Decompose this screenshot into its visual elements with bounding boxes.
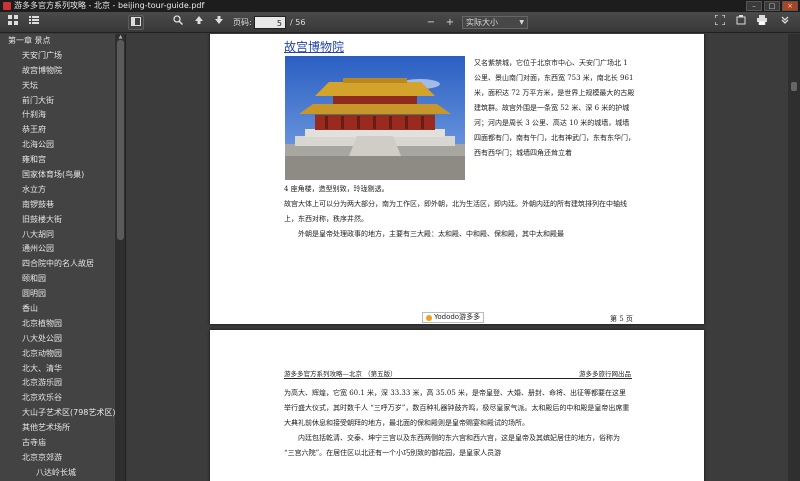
outline-item[interactable]: 古寺庙 [0, 436, 125, 451]
outline-item[interactable]: 圆明园 [0, 287, 125, 302]
more-icon[interactable] [778, 15, 792, 30]
zoom-out-button[interactable]: − [425, 15, 437, 30]
outline-item[interactable]: 天安门广场 [0, 49, 125, 64]
page-total: / 56 [290, 18, 306, 27]
outline-item[interactable]: 四合院中的名人故居 [0, 257, 125, 272]
outline-item[interactable]: 八达岭长城 [0, 466, 125, 481]
thumbnails-icon[interactable] [6, 15, 20, 30]
outline-item[interactable]: 北海公园 [0, 138, 125, 153]
outline-item[interactable]: 天坛 [0, 79, 125, 94]
section-title[interactable]: 故宫博物院 [284, 38, 344, 55]
outline-item[interactable]: 什刹海 [0, 108, 125, 123]
outline-item[interactable]: 其他艺术场所 [0, 421, 125, 436]
app-icon [3, 2, 11, 10]
page-number: 第 5 页 [610, 315, 633, 323]
outline-item[interactable]: 故宫博物院 [0, 64, 125, 79]
toolbar: 页码: 5 / 56 − + 实际大小 ▼ [0, 12, 800, 33]
outline-item[interactable]: 水立方 [0, 183, 125, 198]
intro-paragraph: 又名紫禁城，它位于北京市中心、天安门广场北 1 公里、景山南门对面，东西宽 75… [474, 59, 635, 157]
document-scrollbar[interactable] [788, 34, 800, 481]
header-rule [284, 378, 632, 379]
outline-item[interactable]: 北京京郊游 [0, 451, 125, 466]
outer-court-paragraph: 外朝是皇帝处理政事的地方，主要有三大殿：太和殿、中和殿、保和殿，其中太和殿最 [298, 230, 564, 238]
outline-item[interactable]: 前门大街 [0, 94, 125, 109]
outline-item[interactable]: 大山子艺术区(798艺术区) [0, 406, 125, 421]
outline-item[interactable]: 北京欢乐谷 [0, 391, 125, 406]
outline-item[interactable]: 南锣鼓巷 [0, 198, 125, 213]
outline-item[interactable]: 通州公园 [0, 242, 125, 257]
outline-item[interactable]: 恭王府 [0, 123, 125, 138]
search-icon[interactable] [171, 15, 185, 30]
outline-item[interactable]: 八大处公园 [0, 332, 125, 347]
title-bar: 游多多官方系列攻略 - 北京 - beijing-tour-guide.pdf … [0, 0, 800, 12]
intro-paragraph-end: 4 座角楼，造型别致，玲珑剔透。 [284, 185, 389, 193]
print-icon[interactable] [755, 15, 769, 30]
pdf-page: 游多多官方系列攻略—北京 （第五版） 游多多旅行网出品 为高大、辉煌，它宽 60… [210, 330, 704, 481]
page-body: 为高大、辉煌，它宽 60.1 米，深 33.33 米，高 35.05 米，是帝皇… [284, 386, 632, 461]
sidebar-toggle-icon[interactable] [128, 15, 144, 30]
rotate-icon[interactable] [734, 15, 748, 30]
zoom-in-button[interactable]: + [444, 15, 456, 30]
outline-list: 第一章 景点 天安门广场 故宫博物院 天坛 前门大街 什刹海 恭王府 北海公园 雍和宫 国家体育场… [0, 34, 125, 481]
fit-width-icon[interactable] [713, 14, 727, 30]
pdf-page: 故宫博物院 又名紫禁城，它位于北京市中心、天安门广场北 1 公里、景山南门对面，… [210, 34, 704, 324]
close-button[interactable]: × [782, 1, 798, 11]
prev-page-icon[interactable] [192, 15, 206, 30]
outline-sidebar: 第一章 景点 天安门广场 故宫博物院 天坛 前门大街 什刹海 恭王府 北海公园 雍和宫 国家体育场… [0, 34, 126, 481]
outline-item[interactable]: 北京游乐园 [0, 376, 125, 391]
outline-item[interactable]: 国家体育场(鸟巢) [0, 168, 125, 183]
forbidden-city-photo [285, 56, 465, 180]
outline-item[interactable]: 北京植物园 [0, 317, 125, 332]
outline-icon[interactable] [27, 15, 41, 30]
next-page-icon[interactable] [212, 15, 226, 30]
outline-item[interactable]: 颐和园 [0, 272, 125, 287]
window-controls: – □ × [746, 1, 798, 11]
zoom-select[interactable]: 实际大小 ▼ [462, 16, 528, 29]
layout-paragraph: 故宫大体上可以分为两大部分，南为工作区，即外朝，北为生活区，即内廷。外朝内廷的所… [284, 200, 627, 223]
running-header-left: 游多多官方系列攻略—北京 （第五版） [284, 370, 397, 378]
minimize-button[interactable]: – [746, 1, 762, 11]
page-number-input[interactable]: 5 [254, 16, 286, 29]
sidebar-scroll-thumb[interactable] [117, 40, 124, 240]
outline-item[interactable]: 雍和宫 [0, 153, 125, 168]
outline-item[interactable]: 第一章 景点 [0, 34, 125, 49]
logo-text: Yododo游多多 [434, 313, 481, 321]
outline-item[interactable]: 北大、清华 [0, 362, 125, 377]
document-view[interactable]: 故宫博物院 又名紫禁城，它位于北京市中心、天安门广场北 1 公里、景山南门对面，… [127, 34, 788, 481]
chevron-down-icon: ▼ [519, 19, 524, 26]
running-header-right: 游多多旅行网出品 [579, 370, 631, 378]
inner-court-paragraph: 内廷包括乾清、交泰、坤宁三宫以及东西两侧的东六宫和西六宫，这是皇帝及其嫔妃居住的… [284, 434, 620, 457]
outline-item[interactable]: 八大胡同 [0, 228, 125, 243]
page-label: 页码: [233, 18, 252, 27]
maximize-button[interactable]: □ [764, 1, 780, 11]
yododo-logo-icon [426, 314, 432, 321]
yododo-logo: Yododo游多多 [422, 312, 485, 323]
document-scroll-thumb[interactable] [791, 82, 797, 91]
hall-paragraph: 为高大、辉煌，它宽 60.1 米，深 33.33 米，高 35.05 米，是帝皇… [284, 389, 630, 427]
outline-item[interactable]: 旧鼓楼大街 [0, 213, 125, 228]
window-title: 游多多官方系列攻略 - 北京 - beijing-tour-guide.pdf [14, 1, 205, 10]
outline-item[interactable]: 香山 [0, 302, 125, 317]
outline-item[interactable]: 北京动物园 [0, 347, 125, 362]
zoom-value: 实际大小 [466, 18, 498, 27]
sidebar-scrollbar[interactable]: ▲ [115, 34, 125, 481]
